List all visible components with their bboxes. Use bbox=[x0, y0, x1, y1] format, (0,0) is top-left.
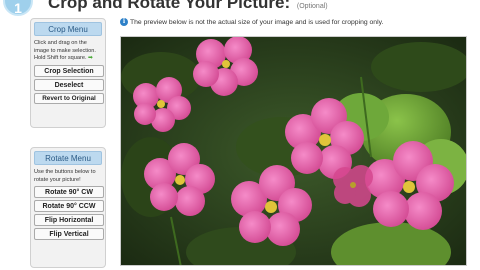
crop-instructions-text: Click and drag on the image to make sele… bbox=[34, 40, 96, 61]
step-number-badge: 1 bbox=[3, 0, 33, 16]
page-title: Crop and Rotate Your Picture: (Optional) bbox=[48, 0, 328, 13]
flower-photo[interactable] bbox=[121, 37, 467, 266]
flip-horizontal-button[interactable]: Flip Horizontal bbox=[34, 214, 104, 226]
rotate-instructions: Use the buttons below to rotate your pic… bbox=[34, 169, 96, 183]
crop-instructions: Click and drag on the image to make sele… bbox=[31, 36, 105, 65]
info-text: The preview below is not the actual size… bbox=[130, 18, 384, 26]
page-title-text: Crop and Rotate Your Picture: bbox=[48, 0, 291, 12]
rotate-cw-button[interactable]: Rotate 90° CW bbox=[34, 186, 104, 198]
crop-preview-image[interactable] bbox=[120, 36, 467, 266]
green-arrow-icon: ➡ bbox=[88, 55, 93, 61]
optional-note: (Optional) bbox=[296, 3, 328, 10]
info-icon: i bbox=[120, 18, 128, 26]
info-notice: i The preview below is not the actual siz… bbox=[120, 18, 383, 28]
crop-menu-panel: Crop Menu Click and drag on the image to… bbox=[30, 18, 106, 128]
page-header: 1 Crop and Rotate Your Picture: (Optiona… bbox=[0, 0, 480, 16]
flip-vertical-button[interactable]: Flip Vertical bbox=[34, 228, 104, 240]
rotate-menu-panel: Rotate Menu Use the buttons below to rot… bbox=[30, 147, 106, 268]
rotate-ccw-button[interactable]: Rotate 90° CCW bbox=[34, 200, 104, 212]
deselect-button[interactable]: Deselect bbox=[34, 78, 104, 91]
revert-to-original-button[interactable]: Revert to Original bbox=[34, 92, 104, 104]
crop-selection-button[interactable]: Crop Selection bbox=[34, 64, 104, 77]
crop-menu-title: Crop Menu bbox=[34, 22, 102, 36]
rotate-menu-title: Rotate Menu bbox=[34, 151, 102, 165]
